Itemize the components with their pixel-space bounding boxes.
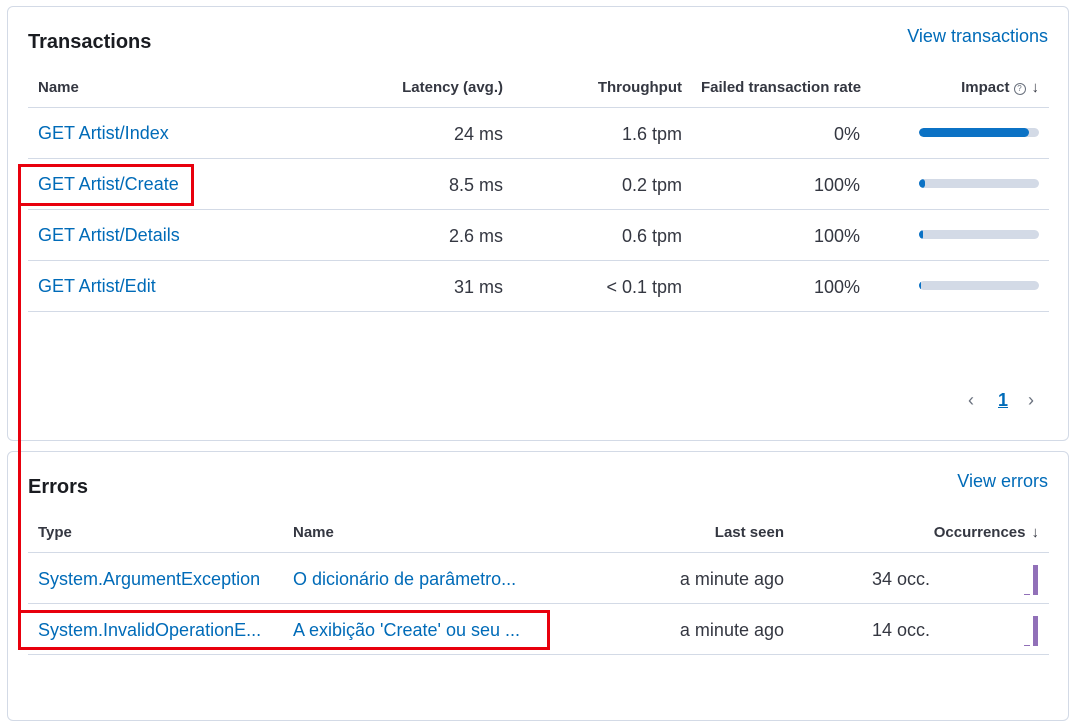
impact-header-label: Impact bbox=[961, 79, 1010, 96]
transactions-panel: Transactions View transactions Name Late… bbox=[7, 6, 1069, 441]
view-errors-link[interactable]: View errors bbox=[957, 471, 1048, 492]
annotation-connector bbox=[18, 204, 21, 648]
error-type-link[interactable]: System.ArgumentException bbox=[38, 569, 260, 590]
arrow-down-icon: ↓ bbox=[1031, 79, 1040, 96]
occurrences-sparkline bbox=[1024, 563, 1038, 595]
impact-bar bbox=[919, 230, 1039, 239]
transaction-throughput: 1.6 tpm bbox=[621, 124, 682, 144]
transaction-name-link[interactable]: GET Artist/Edit bbox=[38, 276, 156, 297]
transaction-latency: 31 ms bbox=[453, 277, 503, 297]
row-divider bbox=[28, 552, 1049, 553]
impact-bar-fill bbox=[919, 128, 1030, 137]
column-header-latency[interactable]: Latency (avg.) bbox=[388, 79, 503, 96]
transaction-failed-rate: 0% bbox=[833, 124, 860, 144]
chevron-left-icon[interactable]: ‹ bbox=[968, 390, 974, 411]
column-header-throughput[interactable]: Throughput bbox=[568, 79, 682, 96]
transaction-failed-rate: 100% bbox=[813, 277, 860, 297]
transaction-throughput: 0.2 tpm bbox=[621, 175, 682, 195]
annotation-highlight-error bbox=[18, 610, 550, 650]
info-icon[interactable]: ? bbox=[1013, 83, 1026, 95]
transaction-throughput: 0.6 tpm bbox=[621, 226, 682, 246]
pagination-page-1[interactable]: 1 bbox=[998, 390, 1008, 411]
row-divider bbox=[28, 654, 1049, 655]
impact-bar-fill bbox=[919, 230, 923, 239]
transactions-title: Transactions bbox=[28, 31, 152, 53]
transaction-failed-rate: 100% bbox=[813, 226, 860, 246]
transaction-name-link[interactable]: GET Artist/Details bbox=[38, 225, 180, 246]
errors-panel: Errors View errors Type Name Last seen O… bbox=[7, 451, 1069, 721]
impact-bar-fill bbox=[919, 179, 925, 188]
impact-bar bbox=[919, 128, 1039, 137]
transaction-latency: 2.6 ms bbox=[448, 226, 503, 246]
transaction-name-link[interactable]: GET Artist/Index bbox=[38, 123, 169, 144]
impact-bar bbox=[919, 281, 1039, 290]
row-divider bbox=[28, 311, 1049, 312]
column-header-name[interactable]: Name bbox=[38, 79, 79, 96]
arrow-down-icon: ↓ bbox=[1031, 524, 1040, 541]
column-header-failed-rate[interactable]: Failed transaction rate bbox=[701, 79, 861, 96]
transaction-failed-rate: 100% bbox=[813, 175, 860, 195]
column-header-impact[interactable]: Impact? ↓ bbox=[908, 79, 1039, 96]
row-divider bbox=[28, 603, 1049, 604]
transaction-latency: 24 ms bbox=[453, 124, 503, 144]
transaction-latency: 8.5 ms bbox=[448, 175, 503, 195]
error-name-link[interactable]: O dicionário de parâmetro... bbox=[293, 569, 516, 590]
error-last-seen: a minute ago bbox=[679, 569, 784, 589]
sparkline-bar bbox=[1033, 565, 1038, 595]
sparkline-bar bbox=[1033, 616, 1038, 646]
view-transactions-link[interactable]: View transactions bbox=[907, 26, 1048, 47]
chevron-right-icon[interactable]: › bbox=[1028, 390, 1034, 411]
errors-title: Errors bbox=[28, 476, 89, 498]
sparkline-baseline bbox=[1024, 594, 1030, 595]
column-header-occurrences[interactable]: Occurrences ↓ bbox=[898, 524, 1039, 541]
occurrences-sparkline bbox=[1024, 614, 1038, 646]
row-divider bbox=[28, 107, 1049, 108]
occurrences-header-label: Occurrences bbox=[933, 524, 1026, 541]
transaction-throughput: < 0.1 tpm bbox=[606, 277, 682, 297]
column-header-error-name[interactable]: Name bbox=[293, 524, 334, 541]
column-header-last-seen[interactable]: Last seen bbox=[668, 524, 784, 541]
annotation-highlight-create bbox=[18, 164, 194, 206]
column-header-type[interactable]: Type bbox=[38, 524, 72, 541]
error-occurrences: 34 occ. bbox=[872, 569, 931, 589]
sparkline-baseline bbox=[1024, 645, 1030, 646]
row-divider bbox=[28, 209, 1049, 210]
error-last-seen: a minute ago bbox=[679, 620, 784, 640]
impact-bar bbox=[919, 179, 1039, 188]
error-occurrences: 14 occ. bbox=[872, 620, 931, 640]
row-divider bbox=[28, 260, 1049, 261]
impact-bar-fill bbox=[919, 281, 922, 290]
row-divider bbox=[28, 158, 1049, 159]
